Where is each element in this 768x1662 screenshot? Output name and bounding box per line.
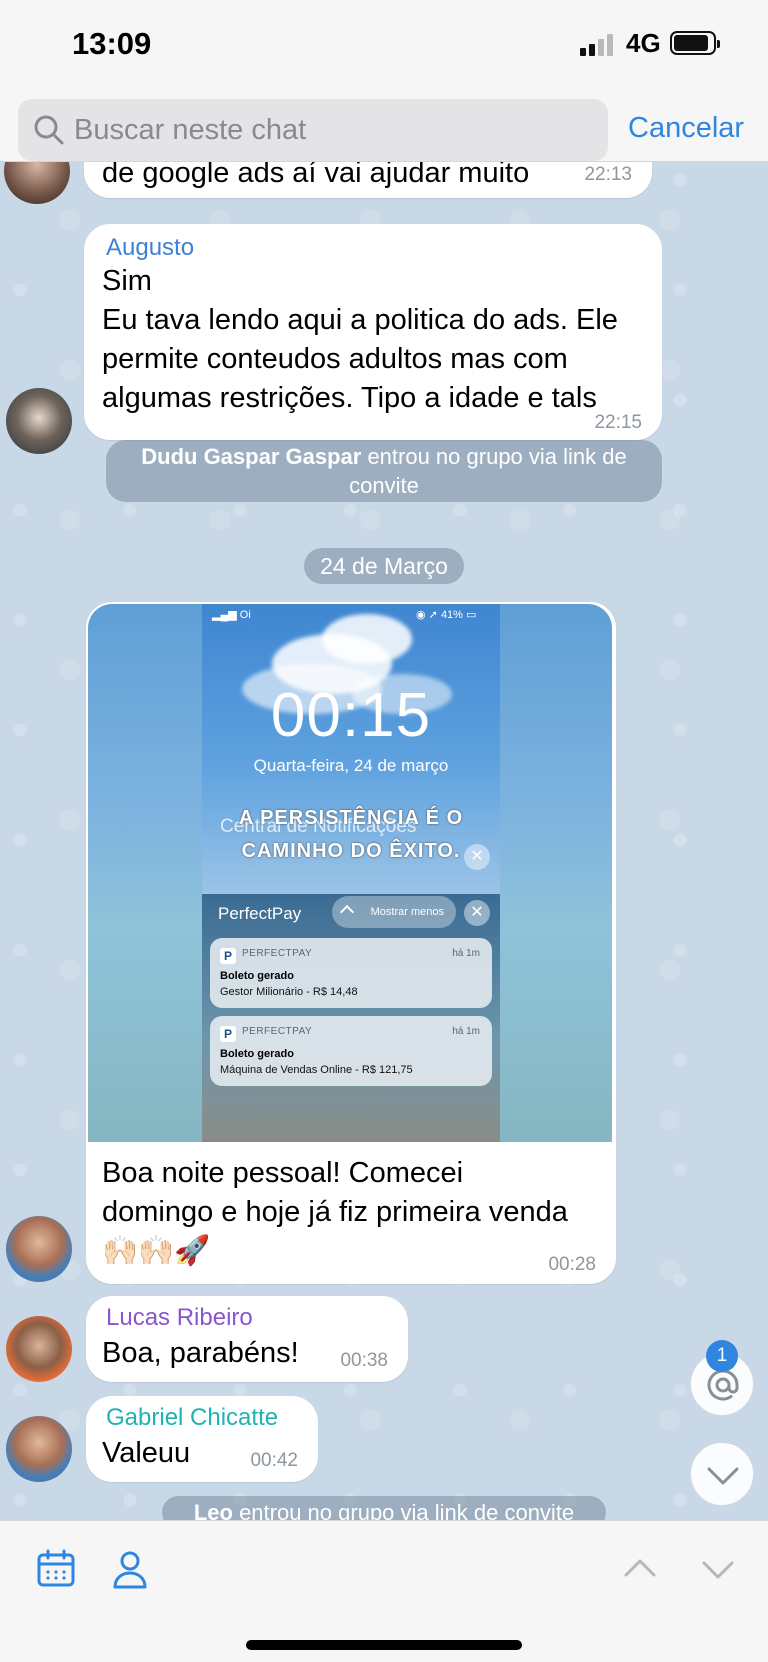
avatar[interactable]: [6, 1216, 72, 1282]
system-message: Leo entrou no grupo via link de convite: [162, 1496, 606, 1520]
lockscreen-time: 00:15: [270, 681, 432, 750]
user-icon[interactable]: [108, 1547, 152, 1591]
battery-icon: ◉ ➚ 41% ▭: [416, 609, 477, 621]
message-text: Valeuu: [102, 1437, 191, 1469]
avatar[interactable]: [4, 162, 70, 204]
network-label: 4G: [626, 28, 661, 58]
lockscreen-date: Quarta-feira, 24 de março: [253, 756, 449, 775]
avatar[interactable]: [6, 1316, 72, 1382]
close-icon: ✕: [464, 844, 490, 870]
message-bubble[interactable]: Lucas Ribeiro Boa, parabéns! 00:38: [86, 1296, 408, 1382]
message-sender[interactable]: Gabriel Chicatte: [106, 1404, 278, 1432]
date-separator: 24 de Março: [304, 548, 464, 584]
search-icon: [34, 115, 64, 145]
photo-message-bubble[interactable]: ▂▄▆ Oi ◉ ➚ 41% ▭ 00:15 Quarta-feira, 24 …: [86, 602, 616, 1284]
search-box[interactable]: [18, 99, 608, 161]
message-time: 00:28: [548, 1254, 596, 1275]
message-photo[interactable]: ▂▄▆ Oi ◉ ➚ 41% ▭ 00:15 Quarta-feira, 24 …: [88, 604, 612, 1142]
scroll-down-button[interactable]: [690, 1442, 754, 1506]
close-icon: ✕: [464, 900, 490, 926]
message-bubble[interactable]: Gabriel Chicatte Valeuu 00:42: [86, 1396, 318, 1482]
perfectpay-logo: P: [220, 948, 236, 964]
battery-icon: [670, 31, 720, 55]
avatar[interactable]: [6, 1416, 72, 1482]
signal-icon: ▂▄▆ Oi: [212, 609, 251, 621]
calendar-icon[interactable]: [34, 1547, 78, 1591]
message-text: de google ads aí vai ajudar muito: [102, 162, 530, 189]
message-bubble[interactable]: Augusto Sim Eu tava lendo aqui a politic…: [84, 224, 662, 440]
message-text: Boa noite pessoal! Comecei domingo e hoj…: [102, 1157, 568, 1267]
status-time: 13:09: [72, 26, 152, 61]
chevron-up-icon: [339, 904, 355, 920]
message-list[interactable]: de google ads aí vai ajudar muito 22:13 …: [0, 162, 768, 1520]
mention-count-badge: 1: [706, 1340, 738, 1372]
message-text: Sim Eu tava lendo aqui a politica do ads…: [102, 265, 618, 414]
home-indicator[interactable]: [246, 1640, 522, 1650]
chevron-down-icon[interactable]: [696, 1547, 740, 1591]
message-time: 00:42: [250, 1450, 298, 1471]
message-bubble[interactable]: de google ads aí vai ajudar muito 22:13: [84, 162, 652, 198]
chevron-down-icon: [707, 1467, 739, 1485]
wallpaper-quote: A PERSISTÊNCIA É O CAMINHO DO ÊXITO.: [238, 807, 464, 862]
app-group-label: PerfectPay: [218, 904, 302, 923]
message-time: 00:38: [340, 1350, 388, 1371]
system-message: Dudu Gaspar Gaspar entrou no grupo via l…: [106, 440, 662, 502]
signal-icon: [580, 34, 620, 56]
message-sender[interactable]: Lucas Ribeiro: [106, 1304, 253, 1332]
message-sender[interactable]: Augusto: [106, 234, 194, 262]
notification-card: P PERFECTPAY há 1m Boleto gerado Gestor …: [210, 938, 492, 1008]
status-bar: 13:09 4G: [0, 0, 768, 90]
lockscreen-screenshot: ▂▄▆ Oi ◉ ➚ 41% ▭ 00:15 Quarta-feira, 24 …: [202, 604, 500, 1142]
notification-card: P PERFECTPAY há 1m Boleto gerado Máquina…: [210, 1016, 492, 1086]
message-time: 22:15: [594, 412, 642, 433]
perfectpay-logo: P: [220, 1026, 236, 1042]
message-time: 22:13: [584, 164, 632, 185]
message-text: Boa, parabéns!: [102, 1337, 299, 1369]
search-input[interactable]: [74, 99, 594, 161]
avatar[interactable]: [6, 388, 72, 454]
cancel-button[interactable]: Cancelar: [628, 112, 744, 145]
search-header: Cancelar: [0, 90, 768, 162]
show-less-pill: Mostrar menos: [332, 896, 456, 928]
chevron-up-icon[interactable]: [618, 1547, 662, 1591]
